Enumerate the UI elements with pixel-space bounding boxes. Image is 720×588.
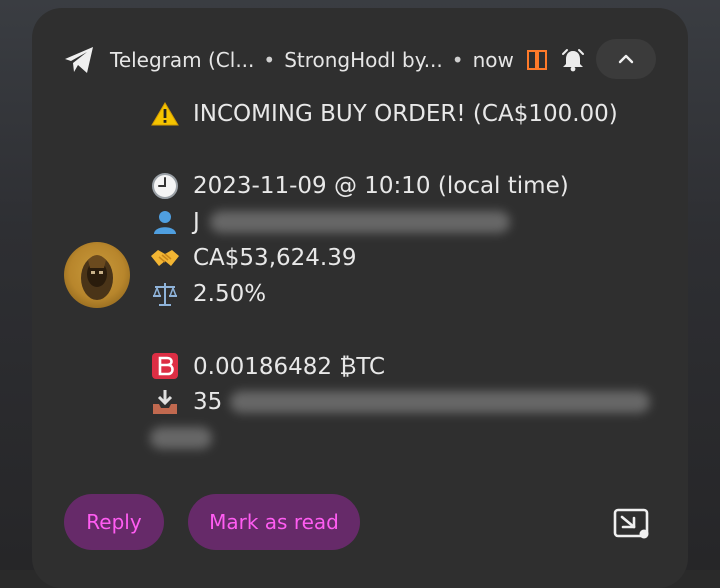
notification-actions: Reply Mark as read xyxy=(64,494,360,550)
chat-name: StrongHodl by... xyxy=(284,48,443,72)
picture-in-picture-button[interactable] xyxy=(610,506,654,546)
picture-in-picture-icon xyxy=(612,507,652,545)
redacted-address-end xyxy=(150,427,212,449)
inbox-tray-icon xyxy=(150,387,180,417)
datetime-line: 2023-11-09 @ 10:10 (local time) xyxy=(150,168,670,204)
handshake-icon xyxy=(150,243,180,273)
sender-avatar xyxy=(64,242,130,308)
message-headline-line: INCOMING BUY ORDER! (CA$100.00) xyxy=(150,96,670,132)
order-datetime: 2023-11-09 @ 10:10 (local time) xyxy=(193,173,569,199)
message-headline: INCOMING BUY ORDER! (CA$100.00) xyxy=(193,101,618,127)
notification-time: now xyxy=(472,48,514,72)
fee-line: 2.50% xyxy=(150,276,670,312)
address-line: 35 xyxy=(150,384,670,420)
redacted-user-name xyxy=(209,211,510,233)
fee-percent: 2.50% xyxy=(193,281,267,307)
warning-icon xyxy=(150,99,180,129)
b-button-icon xyxy=(150,351,180,381)
address-prefix: 35 xyxy=(193,389,223,415)
chevron-up-icon xyxy=(617,50,635,69)
message-body: INCOMING BUY ORDER! (CA$100.00) 2023-11-… xyxy=(150,96,670,456)
exchange-rate: CA$53,624.39 xyxy=(193,245,357,271)
notification-header: Telegram (Cl... • StrongHodl by... • now xyxy=(62,38,662,82)
user-line: J xyxy=(150,204,670,240)
user-silhouette-icon xyxy=(150,207,180,237)
clock-icon xyxy=(150,171,180,201)
separator-dot: • xyxy=(263,48,276,72)
telegram-icon xyxy=(62,43,96,77)
reply-button[interactable]: Reply xyxy=(64,494,164,550)
btc-amount-line: 0.00186482 ₿TC xyxy=(150,348,670,384)
separator-dot: • xyxy=(451,48,464,72)
btc-amount: 0.00186482 ₿TC xyxy=(193,353,386,380)
redacted-address xyxy=(230,391,651,413)
mark-as-read-button[interactable]: Mark as read xyxy=(188,494,360,550)
rate-line: CA$53,624.39 xyxy=(150,240,670,276)
snooze-icon xyxy=(526,49,548,71)
alarm-bell-icon xyxy=(560,47,586,73)
app-name: Telegram (Cl... xyxy=(110,48,255,72)
user-name-prefix: J xyxy=(193,209,200,235)
balance-scale-icon xyxy=(150,279,180,309)
address-continuation-line xyxy=(150,420,670,456)
collapse-button[interactable] xyxy=(596,39,656,79)
